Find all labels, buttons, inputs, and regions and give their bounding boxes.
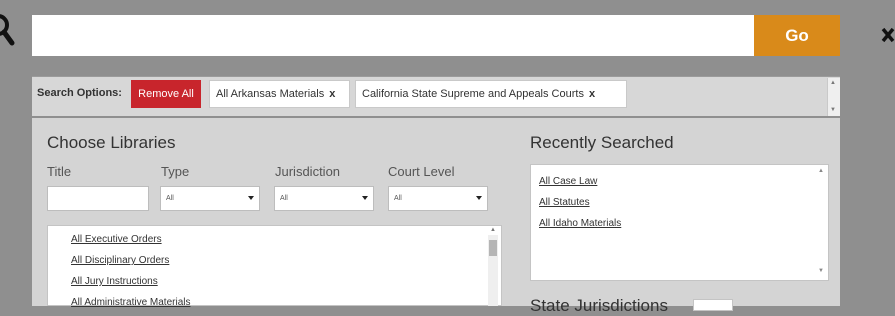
state-jurisdictions-input[interactable]: [693, 299, 733, 311]
jurisdiction-filter-label: Jurisdiction: [275, 164, 341, 179]
chip-remove-icon[interactable]: x: [589, 88, 595, 100]
scroll-up-icon[interactable]: ▲: [818, 168, 824, 174]
search-icon[interactable]: [0, 12, 20, 46]
options-scrollbar[interactable]: ▲ ▼: [827, 78, 840, 116]
type-filter-label: Type: [161, 164, 190, 179]
chip-remove-icon[interactable]: x: [329, 88, 335, 100]
chevron-down-icon: [476, 196, 482, 200]
library-item[interactable]: All Executive Orders: [71, 234, 162, 245]
library-list-scrollbar[interactable]: ▲: [488, 227, 498, 306]
go-button[interactable]: Go: [754, 15, 840, 56]
recent-searches-list[interactable]: All Case Law All Statutes All Idaho Mate…: [530, 164, 829, 281]
title-filter-label: Title: [47, 164, 72, 179]
jurisdiction-select[interactable]: All: [274, 186, 374, 211]
chevron-down-icon: [362, 196, 368, 200]
jurisdiction-select-value: All: [280, 195, 288, 202]
chevron-down-icon: [248, 196, 254, 200]
scroll-down-icon[interactable]: ▼: [830, 107, 836, 113]
chip-label: California State Supreme and Appeals Cou…: [362, 88, 584, 100]
court-level-select-value: All: [394, 195, 402, 202]
recent-item[interactable]: All Idaho Materials: [539, 218, 621, 229]
library-list[interactable]: All Executive Orders All Disciplinary Or…: [47, 225, 502, 308]
title-filter-input[interactable]: [47, 186, 149, 211]
library-item[interactable]: All Jury Instructions: [71, 276, 158, 287]
scroll-down-icon[interactable]: ▼: [818, 268, 824, 274]
library-item[interactable]: All Administrative Materials: [71, 297, 190, 308]
type-select[interactable]: All: [160, 186, 260, 211]
close-icon[interactable]: [871, 22, 895, 48]
chip-label: All Arkansas Materials: [216, 88, 325, 100]
filter-chip-arkansas[interactable]: All Arkansas Materials x: [209, 80, 350, 108]
scroll-up-icon[interactable]: ▲: [830, 80, 836, 86]
state-jurisdictions-title: State Jurisdictions: [530, 296, 668, 315]
recent-item[interactable]: All Case Law: [539, 176, 597, 187]
remove-all-button[interactable]: Remove All: [131, 80, 201, 108]
filter-chip-california[interactable]: California State Supreme and Appeals Cou…: [355, 80, 627, 108]
court-level-select[interactable]: All: [388, 186, 488, 211]
scroll-up-icon[interactable]: ▲: [490, 227, 496, 233]
type-select-value: All: [166, 195, 174, 202]
scrollbar-thumb[interactable]: [489, 240, 497, 256]
choose-libraries-title: Choose Libraries: [47, 133, 176, 152]
recently-searched-title: Recently Searched: [530, 133, 674, 152]
search-input[interactable]: [32, 15, 754, 56]
search-options-label: Search Options:: [37, 87, 122, 99]
library-item[interactable]: All Disciplinary Orders: [71, 255, 169, 266]
court-level-filter-label: Court Level: [388, 164, 455, 179]
recent-scrollbar[interactable]: ▲ ▼: [817, 166, 827, 279]
recent-item[interactable]: All Statutes: [539, 197, 590, 208]
